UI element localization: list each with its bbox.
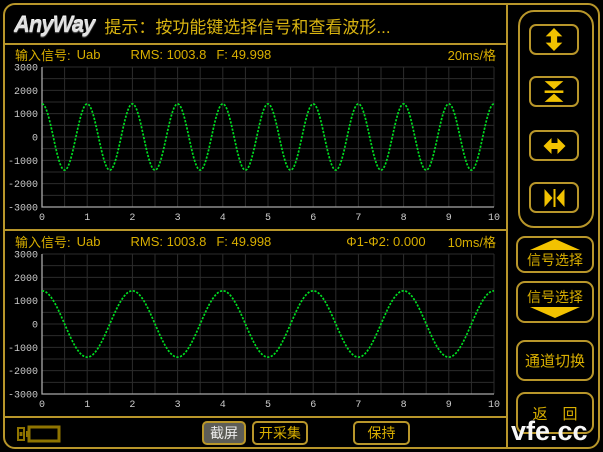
hold-button[interactable]: 保持 <box>353 421 410 445</box>
anyway-logo: AnyWay <box>14 12 94 38</box>
waveform-panel-1: 输入信号: Uab RMS: 1003.8 F: 49.998 20ms/格 3… <box>5 46 506 226</box>
expand-vertical-icon <box>541 27 567 52</box>
header-divider <box>5 43 506 45</box>
svg-text:0: 0 <box>32 321 38 332</box>
device-screen: AnyWay 提示：按功能键选择信号和查看波形... 输入信号: Uab RMS… <box>0 0 603 452</box>
start-acquisition-button[interactable]: 开采集 <box>252 421 308 445</box>
svg-text:9: 9 <box>446 400 452 411</box>
frequency-value: F: 49.998 <box>216 234 271 249</box>
bottombar-divider <box>5 416 506 418</box>
svg-text:2: 2 <box>129 213 135 224</box>
bottom-bar: 截屏 开采集 保持 <box>5 419 506 448</box>
panel1-header: 输入信号: Uab RMS: 1003.8 F: 49.998 20ms/格 <box>5 46 506 62</box>
rms-value: RMS: 1003.8 <box>130 234 206 249</box>
frequency-value: F: 49.998 <box>216 47 271 62</box>
signal-label: 输入信号: <box>15 232 71 251</box>
signal-name: Uab <box>77 234 101 249</box>
svg-text:0: 0 <box>32 134 38 145</box>
expand-vertical-button[interactable] <box>529 24 579 55</box>
channel-switch-button[interactable]: 通道切换 <box>516 340 594 381</box>
svg-text:1: 1 <box>84 400 90 411</box>
svg-text:-3000: -3000 <box>8 391 38 402</box>
svg-text:0: 0 <box>39 400 45 411</box>
screenshot-button[interactable]: 截屏 <box>202 421 246 445</box>
svg-text:3000: 3000 <box>14 64 38 75</box>
svg-text:4: 4 <box>220 400 226 411</box>
svg-text:9: 9 <box>446 213 452 224</box>
svg-text:0: 0 <box>39 213 45 224</box>
svg-text:7: 7 <box>355 400 361 411</box>
waveform-panel-2: 输入信号: Uab RMS: 1003.8 F: 49.998 Φ1-Φ2: 0… <box>5 233 506 413</box>
rms-value: RMS: 1003.8 <box>130 47 206 62</box>
signal-select-down-button[interactable]: 信号选择 <box>516 281 594 323</box>
svg-text:3: 3 <box>175 400 181 411</box>
svg-text:10: 10 <box>488 400 500 411</box>
expand-horizontal-icon <box>541 134 568 158</box>
sidebar: 信号选择 信号选择 通道切换 返 回 <box>508 0 603 452</box>
compress-horizontal-button[interactable] <box>529 182 579 213</box>
svg-text:-1000: -1000 <box>8 344 38 355</box>
signal-name: Uab <box>77 47 101 62</box>
svg-text:-2000: -2000 <box>8 180 38 191</box>
triangle-up-icon <box>530 239 580 250</box>
triangle-down-icon <box>530 307 580 318</box>
svg-text:8: 8 <box>401 400 407 411</box>
panel2-header: 输入信号: Uab RMS: 1003.8 F: 49.998 Φ1-Φ2: 0… <box>5 233 506 249</box>
svg-text:7: 7 <box>355 213 361 224</box>
signal-select-up-button[interactable]: 信号选择 <box>516 236 594 273</box>
tip-text: 提示：按功能键选择信号和查看波形... <box>104 13 390 38</box>
sidebar-divider <box>506 4 508 448</box>
waveform-chart-1: 3000200010000-1000-2000-3000012345678910 <box>5 62 506 226</box>
compress-horizontal-icon <box>541 186 568 210</box>
svg-text:6: 6 <box>310 213 316 224</box>
svg-text:6: 6 <box>310 400 316 411</box>
battery-icon <box>17 424 63 444</box>
vfe-watermark: vfe.cc <box>511 416 588 447</box>
phase-diff-value: Φ1-Φ2: 0.000 <box>346 234 425 249</box>
svg-text:5: 5 <box>265 400 271 411</box>
compress-vertical-button[interactable] <box>529 76 579 107</box>
signal-select-down-label: 信号选择 <box>527 287 583 307</box>
svg-text:3: 3 <box>175 213 181 224</box>
expand-horizontal-button[interactable] <box>529 130 579 161</box>
svg-text:8: 8 <box>401 213 407 224</box>
signal-select-up-label: 信号选择 <box>527 250 583 270</box>
svg-text:5: 5 <box>265 213 271 224</box>
svg-text:2: 2 <box>129 400 135 411</box>
svg-text:1000: 1000 <box>14 297 38 308</box>
svg-text:2000: 2000 <box>14 274 38 285</box>
timebase-value: 10ms/格 <box>448 232 496 251</box>
signal-label: 输入信号: <box>15 45 71 64</box>
channel-switch-label: 通道切换 <box>525 350 585 371</box>
svg-text:2000: 2000 <box>14 87 38 98</box>
waveform-chart-2: 3000200010000-1000-2000-3000012345678910 <box>5 249 506 413</box>
svg-text:3000: 3000 <box>14 251 38 262</box>
svg-text:-1000: -1000 <box>8 157 38 168</box>
svg-text:1000: 1000 <box>14 110 38 121</box>
svg-text:4: 4 <box>220 213 226 224</box>
panel-divider <box>5 229 506 231</box>
timebase-value: 20ms/格 <box>448 45 496 64</box>
compress-vertical-icon <box>541 79 567 104</box>
header-bar: AnyWay 提示：按功能键选择信号和查看波形... <box>14 9 504 41</box>
svg-text:10: 10 <box>488 213 500 224</box>
svg-text:-2000: -2000 <box>8 367 38 378</box>
svg-text:1: 1 <box>84 213 90 224</box>
svg-text:-3000: -3000 <box>8 204 38 215</box>
